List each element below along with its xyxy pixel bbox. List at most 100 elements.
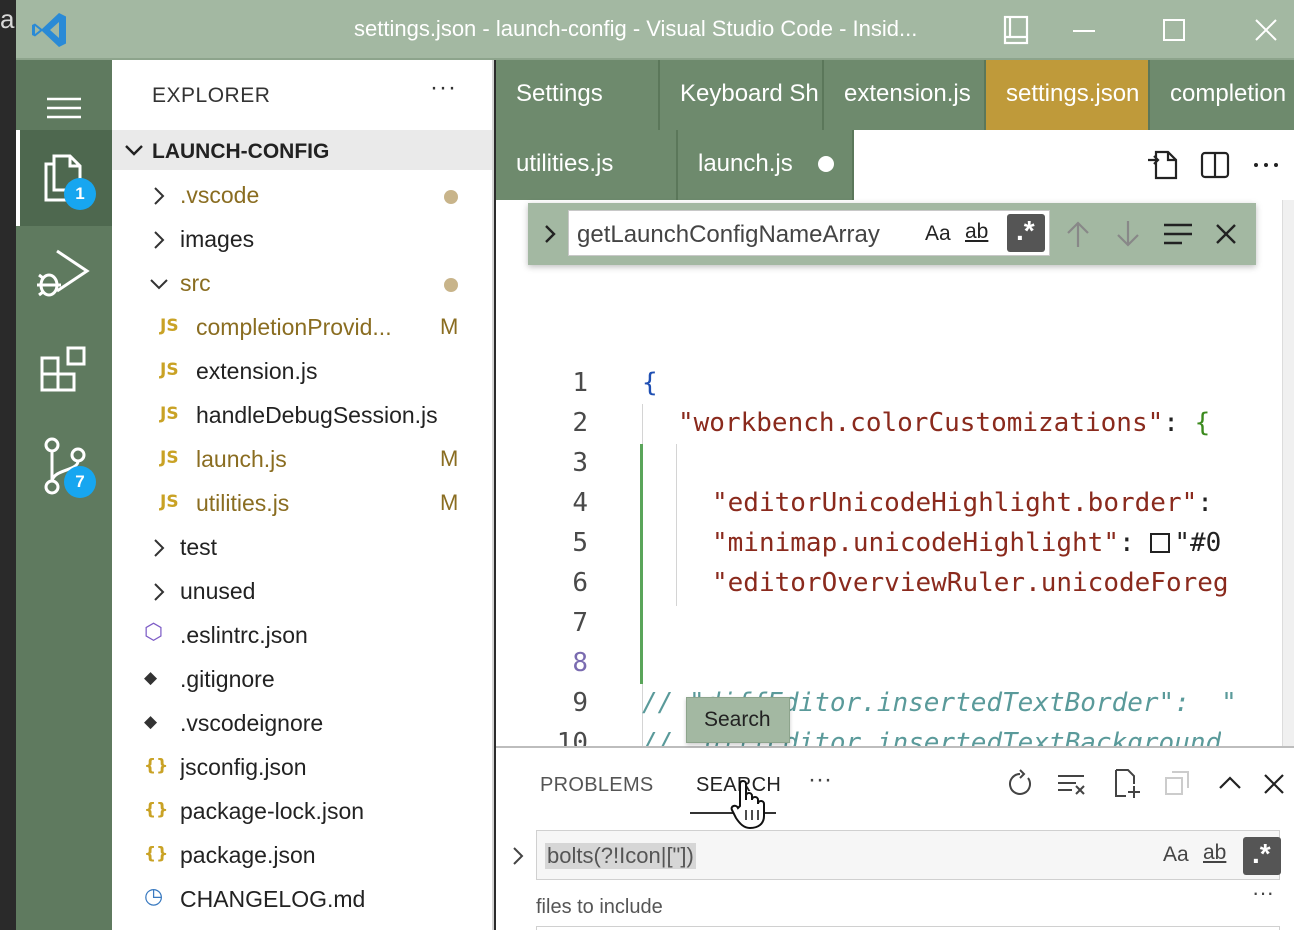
tree-item[interactable]: {} package-lock.json — [112, 790, 492, 834]
tree-item-label: test — [180, 534, 218, 560]
tab-settings[interactable]: Settings — [496, 60, 660, 130]
title-bar: settings.json - launch-config - Visual S… — [16, 0, 1294, 60]
split-editor-icon[interactable] — [1198, 148, 1232, 182]
tree-item[interactable]: ⬡ .eslintrc.json — [112, 614, 492, 658]
code-line-6: "editorOverviewRuler.unicodeForeg — [712, 568, 1229, 598]
explorer-badge: 1 — [64, 178, 96, 210]
run-debug-icon — [37, 249, 90, 297]
hand-cursor-icon — [730, 780, 765, 830]
whole-word-toggle[interactable]: ab — [1203, 841, 1226, 865]
search-details-toggle[interactable]: ··· — [1252, 880, 1274, 906]
source-control-badge: 7 — [64, 466, 96, 498]
tab-completion[interactable]: completion — [1150, 60, 1294, 130]
tab-settings-json[interactable]: settings.json — [986, 60, 1150, 130]
regex-toggle[interactable]: .* — [1243, 837, 1281, 875]
tree-item-label: .vscodeignore — [180, 710, 324, 736]
tab-problems[interactable]: PROBLEMS — [540, 774, 654, 797]
refresh-icon[interactable] — [1004, 768, 1036, 800]
section-header-launch-config[interactable]: LAUNCH-CONFIG — [112, 130, 492, 170]
tree-item[interactable]: JS extension.js — [112, 350, 492, 394]
explorer-view-button[interactable]: 1 — [16, 130, 112, 226]
tab-utilities-js[interactable]: utilities.js — [496, 130, 678, 200]
arrow-down-icon[interactable] — [1114, 219, 1142, 249]
js-file-icon: JS — [160, 360, 179, 380]
clock-icon: ◷ — [144, 884, 164, 909]
activity-bar: 1 7 — [16, 60, 112, 930]
tree-item-label: package.json — [180, 842, 316, 868]
maximize-button[interactable] — [1156, 12, 1192, 48]
tree-item[interactable]: ◆ .vscodeignore — [112, 702, 492, 746]
collapse-all-icon[interactable] — [1162, 768, 1194, 800]
json-file-icon: {} — [144, 800, 169, 820]
tree-item[interactable]: test — [112, 526, 492, 570]
json-file-icon: {} — [144, 756, 169, 776]
minimize-button[interactable] — [1066, 12, 1102, 48]
tree-item[interactable]: .vscode — [112, 174, 492, 218]
js-file-icon: JS — [160, 316, 179, 336]
code-line-2: "workbench.colorCustomizations": { — [678, 408, 1211, 438]
close-find-icon[interactable] — [1214, 222, 1238, 246]
chevron-right-icon — [154, 231, 165, 249]
tree-item-label: images — [180, 226, 255, 252]
tree-item[interactable]: JS handleDebugSession.js — [112, 394, 492, 438]
whole-word-toggle[interactable]: ab — [965, 220, 988, 244]
arrow-up-icon[interactable] — [1064, 219, 1092, 249]
source-control-button[interactable]: 7 — [16, 418, 112, 514]
git-icon: ◆ — [144, 668, 158, 688]
chevron-down-icon — [125, 145, 143, 156]
tree-item-label: extension.js — [196, 358, 318, 384]
editor-area[interactable] — [496, 200, 1294, 746]
window-title: settings.json - launch-config - Visual S… — [354, 16, 918, 41]
clear-results-icon[interactable] — [1056, 768, 1088, 800]
match-case-toggle[interactable]: Aa — [925, 222, 951, 246]
editor-scrollbar[interactable] — [1282, 200, 1294, 746]
tab-keyboard-shortcuts[interactable]: Keyboard Sh — [660, 60, 824, 130]
line-number: 1 — [572, 368, 588, 398]
hamburger-icon — [47, 97, 81, 119]
tree-item[interactable]: {} jsconfig.json — [112, 746, 492, 790]
tree-item[interactable]: JS completionProvid... M — [112, 306, 492, 350]
tree-item[interactable]: ◆ .gitignore — [112, 658, 492, 702]
tree-item-label: completionProvid... — [196, 314, 392, 340]
new-search-editor-icon[interactable] — [1110, 768, 1142, 800]
match-case-toggle[interactable]: Aa — [1163, 843, 1189, 867]
close-window-button[interactable] — [1248, 12, 1284, 48]
js-file-icon: JS — [160, 492, 179, 512]
more-actions-icon[interactable] — [1250, 148, 1284, 182]
tree-item[interactable]: src — [112, 262, 492, 306]
tab-extension-js[interactable]: extension.js — [824, 60, 986, 130]
chevron-right-icon[interactable] — [540, 222, 560, 246]
panel-more-button[interactable]: ··· — [808, 766, 832, 794]
section-title: LAUNCH-CONFIG — [152, 140, 330, 163]
search-input[interactable]: bolts(?!Icon|["]) Aa ab .* — [536, 830, 1281, 880]
layout-toggle-icon[interactable] — [998, 12, 1034, 48]
find-input[interactable]: getLaunchConfigNameArray Aa ab .* — [568, 210, 1050, 256]
modified-dot-icon — [444, 190, 458, 204]
regex-toggle[interactable]: .* — [1007, 214, 1045, 252]
tree-item[interactable]: images — [112, 218, 492, 262]
code-line-4: "editorUnicodeHighlight.border": — [712, 488, 1213, 518]
open-changes-icon[interactable] — [1146, 148, 1180, 182]
close-panel-icon[interactable] — [1258, 768, 1290, 800]
line-number: 10 — [556, 728, 588, 746]
explorer-more-button[interactable]: ··· — [430, 74, 457, 102]
modified-badge: M — [440, 314, 459, 339]
files-to-include-input[interactable] — [536, 926, 1280, 930]
tree-item[interactable]: {} package.json — [112, 834, 492, 878]
toggle-replace-icon[interactable] — [508, 844, 528, 868]
tree-item[interactable]: ◷ CHANGELOG.md — [112, 878, 492, 922]
git-modified-gutter — [640, 444, 643, 684]
maximize-panel-icon[interactable] — [1214, 768, 1246, 800]
eslint-icon: ⬡ — [144, 620, 164, 645]
extensions-view-button[interactable] — [16, 322, 112, 418]
tree-item[interactable]: JS utilities.js M — [112, 482, 492, 526]
chevron-right-icon — [154, 583, 165, 601]
tree-item[interactable]: unused — [112, 570, 492, 614]
chevron-down-icon — [150, 279, 168, 290]
modified-dot-icon — [444, 278, 458, 292]
find-in-selection-icon[interactable] — [1162, 221, 1194, 247]
tab-launch-js[interactable]: launch.js — [678, 130, 854, 200]
tree-item[interactable]: JS launch.js M — [112, 438, 492, 482]
search-tooltip: Search — [686, 697, 790, 743]
run-debug-button[interactable] — [16, 226, 112, 322]
